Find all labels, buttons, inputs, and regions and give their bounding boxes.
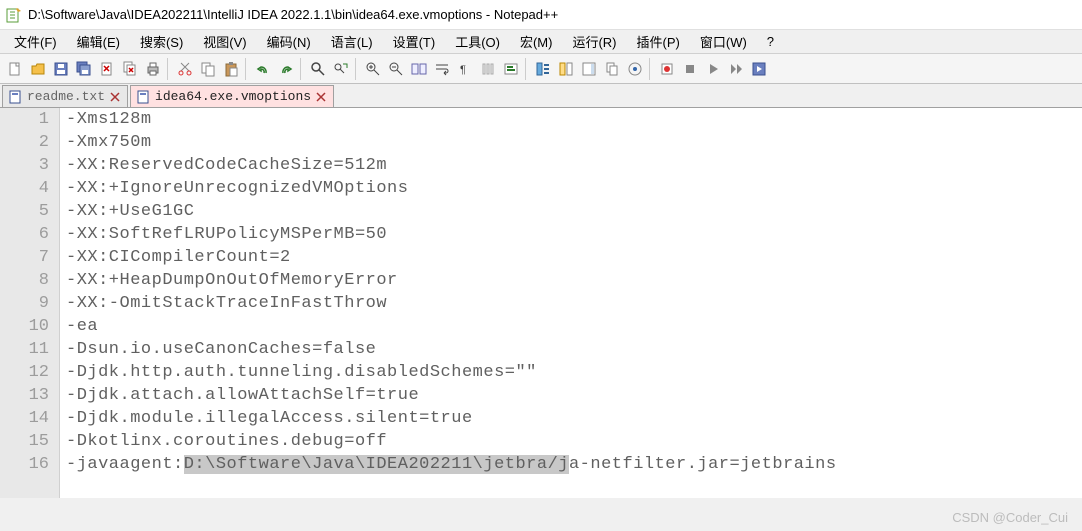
copy-button[interactable] (197, 58, 219, 80)
menu-tools[interactable]: 工具(O) (447, 30, 508, 53)
close-file-button[interactable] (96, 58, 118, 80)
redo-button[interactable] (275, 58, 297, 80)
zoom-in-button[interactable] (362, 58, 384, 80)
menu-file[interactable]: 文件(F) (6, 30, 65, 53)
function-list-button[interactable] (532, 58, 554, 80)
doc-map-button[interactable] (578, 58, 600, 80)
record-macro-button[interactable] (656, 58, 678, 80)
menu-bar: 文件(F) 编辑(E) 搜索(S) 视图(V) 编码(N) 语言(L) 设置(T… (0, 30, 1082, 54)
find-button[interactable] (307, 58, 329, 80)
new-file-button[interactable] (4, 58, 26, 80)
toolbar-separator (525, 58, 529, 80)
menu-plugins[interactable]: 插件(P) (629, 30, 688, 53)
menu-run[interactable]: 运行(R) (564, 30, 624, 53)
word-wrap-button[interactable] (431, 58, 453, 80)
editor[interactable]: 12345678910111213141516 -Xms128m-Xmx750m… (0, 108, 1082, 498)
menu-edit[interactable]: 编辑(E) (69, 30, 128, 53)
undo-button[interactable] (252, 58, 274, 80)
menu-language[interactable]: 语言(L) (323, 30, 381, 53)
zoom-out-button[interactable] (385, 58, 407, 80)
tab-vmoptions[interactable]: idea64.exe.vmoptions (130, 85, 334, 107)
editor-content[interactable]: -Xms128m-Xmx750m-XX:ReservedCodeCacheSiz… (60, 108, 1082, 498)
stop-macro-button[interactable] (679, 58, 701, 80)
code-line[interactable]: -XX:CICompilerCount=2 (66, 246, 1082, 269)
paste-button[interactable] (220, 58, 242, 80)
indent-guide-button[interactable] (477, 58, 499, 80)
code-line[interactable]: -Xmx750m (66, 131, 1082, 154)
folder-panel-button[interactable] (555, 58, 577, 80)
code-line[interactable]: -Xms128m (66, 108, 1082, 131)
toolbar-separator (300, 58, 304, 80)
menu-help[interactable]: ? (759, 32, 782, 51)
code-line[interactable]: -Dkotlinx.coroutines.debug=off (66, 430, 1082, 453)
code-line[interactable]: -javaagent:D:\Software\Java\IDEA202211\j… (66, 453, 1082, 476)
print-button[interactable] (142, 58, 164, 80)
menu-encoding[interactable]: 编码(N) (259, 30, 319, 53)
code-line[interactable]: -Djdk.http.auth.tunneling.disabledScheme… (66, 361, 1082, 384)
menu-view[interactable]: 视图(V) (195, 30, 254, 53)
line-number-gutter: 12345678910111213141516 (0, 108, 60, 498)
doc-list-button[interactable] (601, 58, 623, 80)
svg-text:¶: ¶ (460, 64, 466, 76)
code-line[interactable]: -XX:SoftRefLRUPolicyMSPerMB=50 (66, 223, 1082, 246)
tab-label: idea64.exe.vmoptions (155, 89, 311, 104)
selection: D:\Software\Java\IDEA202211\jetbra/j (184, 455, 569, 474)
code-line[interactable]: -XX:-OmitStackTraceInFastThrow (66, 292, 1082, 315)
menu-search[interactable]: 搜索(S) (132, 30, 191, 53)
toolbar-separator (245, 58, 249, 80)
replace-button[interactable] (330, 58, 352, 80)
toolbar-separator (649, 58, 653, 80)
toolbar-separator (167, 58, 171, 80)
sync-scroll-button[interactable] (408, 58, 430, 80)
menu-settings[interactable]: 设置(T) (385, 30, 444, 53)
tab-close-icon[interactable] (315, 91, 327, 103)
tab-bar: readme.txt idea64.exe.vmoptions (0, 84, 1082, 108)
play-multi-macro-button[interactable] (725, 58, 747, 80)
menu-macro[interactable]: 宏(M) (512, 30, 561, 53)
window-title: D:\Software\Java\IDEA202211\IntelliJ IDE… (28, 7, 558, 22)
save-all-button[interactable] (73, 58, 95, 80)
tab-label: readme.txt (27, 89, 105, 104)
show-all-chars-button[interactable]: ¶ (454, 58, 476, 80)
app-icon (6, 7, 22, 23)
save-macro-button[interactable] (748, 58, 770, 80)
code-line[interactable]: -XX:+HeapDumpOnOutOfMemoryError (66, 269, 1082, 292)
code-line[interactable]: -Djdk.module.illegalAccess.silent=true (66, 407, 1082, 430)
tab-readme[interactable]: readme.txt (2, 85, 128, 107)
code-line[interactable]: -Djdk.attach.allowAttachSelf=true (66, 384, 1082, 407)
code-line[interactable]: -XX:+UseG1GC (66, 200, 1082, 223)
title-bar: D:\Software\Java\IDEA202211\IntelliJ IDE… (0, 0, 1082, 30)
file-icon (9, 90, 23, 104)
lang-direction-button[interactable] (500, 58, 522, 80)
watermark: CSDN @Coder_Cui (952, 510, 1068, 525)
open-file-button[interactable] (27, 58, 49, 80)
tab-close-icon[interactable] (109, 91, 121, 103)
monitoring-button[interactable] (624, 58, 646, 80)
code-line[interactable]: -XX:ReservedCodeCacheSize=512m (66, 154, 1082, 177)
play-macro-button[interactable] (702, 58, 724, 80)
close-all-button[interactable] (119, 58, 141, 80)
code-line[interactable]: -XX:+IgnoreUnrecognizedVMOptions (66, 177, 1082, 200)
cut-button[interactable] (174, 58, 196, 80)
toolbar: ¶ (0, 54, 1082, 84)
code-line[interactable]: -ea (66, 315, 1082, 338)
save-button[interactable] (50, 58, 72, 80)
code-line[interactable]: -Dsun.io.useCanonCaches=false (66, 338, 1082, 361)
toolbar-separator (355, 58, 359, 80)
file-icon (137, 90, 151, 104)
menu-window[interactable]: 窗口(W) (692, 30, 755, 53)
